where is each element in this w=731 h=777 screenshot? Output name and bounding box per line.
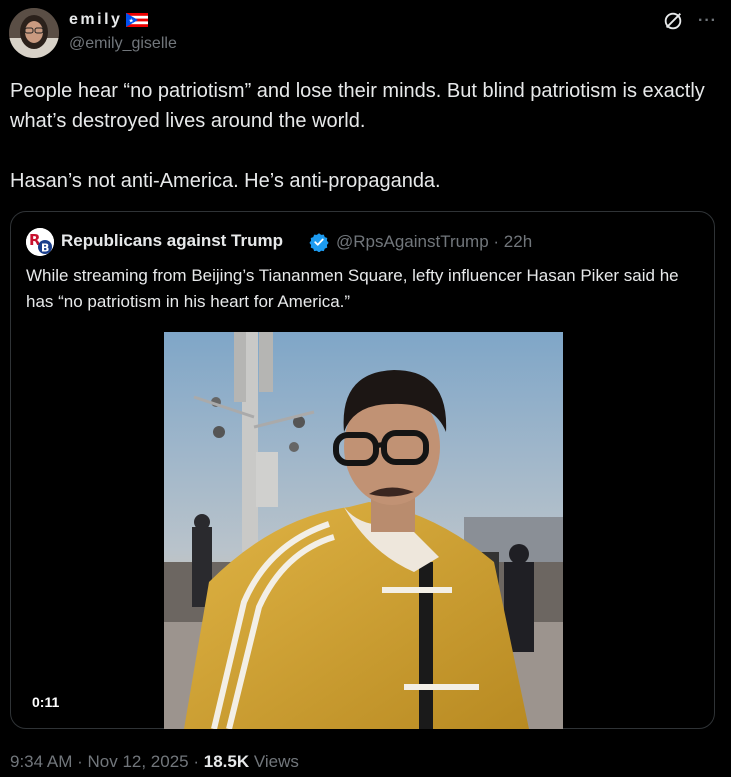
author-handle[interactable]: @emily_giselle — [69, 35, 177, 53]
tweet-text: People hear “no patriotism” and lose the… — [10, 76, 722, 196]
quoted-text: While streaming from Beijing’s Tiananmen… — [26, 266, 679, 311]
video-frame — [164, 332, 563, 729]
quoted-display-name[interactable]: Republicans against Trump — [61, 231, 283, 251]
svg-text:B: B — [41, 242, 49, 255]
video-duration: 0:11 — [32, 694, 60, 710]
views-label: Views — [249, 752, 299, 771]
rb-logo-icon: R B — [26, 228, 54, 256]
more-options-icon[interactable]: ··· — [698, 12, 717, 30]
tweet-footer: 9:34 AM · Nov 12, 2025 · 18.5K Views — [10, 752, 299, 772]
tweet-paragraph-2: Hasan’s not anti-America. He’s anti-prop… — [10, 170, 441, 192]
avatar-image — [9, 8, 59, 58]
tweet-date[interactable]: Nov 12, 2025 — [87, 752, 188, 771]
quoted-meta: @RpsAgainstTrump · 22h — [336, 232, 532, 252]
svg-text:★: ★ — [129, 18, 134, 25]
quoted-handle[interactable]: @RpsAgainstTrump — [336, 232, 489, 251]
puerto-rico-flag-icon: ★ — [126, 13, 149, 27]
quoted-tweet[interactable]: R B Republicans against Trump @RpsAgains… — [10, 211, 715, 729]
author-name-row[interactable]: emily ★ — [69, 11, 149, 29]
tweet-paragraph-1: People hear “no patriotism” and lose the… — [10, 80, 705, 132]
quoted-avatar[interactable]: R B — [26, 228, 54, 256]
quoted-time[interactable]: 22h — [504, 232, 532, 251]
verified-badge-icon — [309, 233, 329, 252]
meta-separator: · — [488, 232, 504, 251]
grok-icon[interactable] — [662, 10, 684, 32]
author-display-name[interactable]: emily — [69, 11, 122, 29]
footer-separator: · — [188, 752, 204, 771]
views-count[interactable]: 18.5K — [204, 752, 249, 771]
footer-separator: · — [72, 752, 88, 771]
author-avatar[interactable] — [9, 8, 59, 58]
video-thumbnail[interactable] — [164, 332, 563, 729]
tweet-time[interactable]: 9:34 AM — [10, 752, 72, 771]
